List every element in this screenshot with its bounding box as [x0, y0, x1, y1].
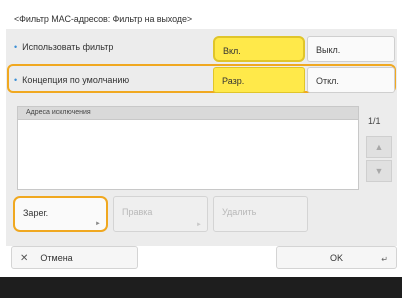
option-off-button[interactable]: Выкл. [307, 36, 395, 62]
register-button[interactable]: Зарег. ► [13, 196, 108, 232]
screen-title: <Фильтр MAC-адресов: Фильтр на выходе> [14, 14, 193, 24]
cancel-button-label: Отмена [40, 253, 73, 263]
delete-button-label: Удалить [222, 207, 257, 217]
bullet-icon: • [14, 42, 18, 52]
ok-button-label: OK [329, 253, 343, 263]
exception-list-header: Адреса исключения [17, 106, 359, 120]
triangle-down-icon: ▼ [374, 166, 384, 176]
option-permit-button[interactable]: Разр. [213, 67, 305, 93]
corner-arrow-icon: ► [196, 222, 202, 228]
register-button-label: Зарег. [23, 208, 49, 218]
edit-button[interactable]: Правка ► [113, 196, 208, 232]
setting-label-default-policy: Концепция по умолчанию [22, 75, 130, 85]
edit-button-label: Правка [122, 207, 153, 217]
option-on-button[interactable]: Вкл. [213, 36, 305, 62]
close-icon: ✕ [20, 253, 29, 264]
page-indicator: 1/1 [368, 116, 381, 126]
ok-button[interactable]: OK ↵ [276, 246, 397, 269]
bullet-icon: • [14, 75, 18, 85]
delete-button[interactable]: Удалить [213, 196, 308, 232]
enter-icon: ↵ [381, 255, 388, 264]
triangle-up-icon: ▲ [374, 142, 384, 152]
option-deny-button[interactable]: Откл. [307, 67, 395, 93]
cancel-button[interactable]: ✕ Отмена [11, 246, 138, 269]
corner-arrow-icon: ► [95, 221, 101, 227]
status-bar [0, 277, 402, 298]
scroll-down-button[interactable]: ▼ [366, 160, 392, 182]
exception-address-list[interactable] [17, 120, 359, 190]
setting-label-use-filter: Использовать фильтр [22, 42, 114, 52]
scroll-up-button[interactable]: ▲ [366, 136, 392, 158]
